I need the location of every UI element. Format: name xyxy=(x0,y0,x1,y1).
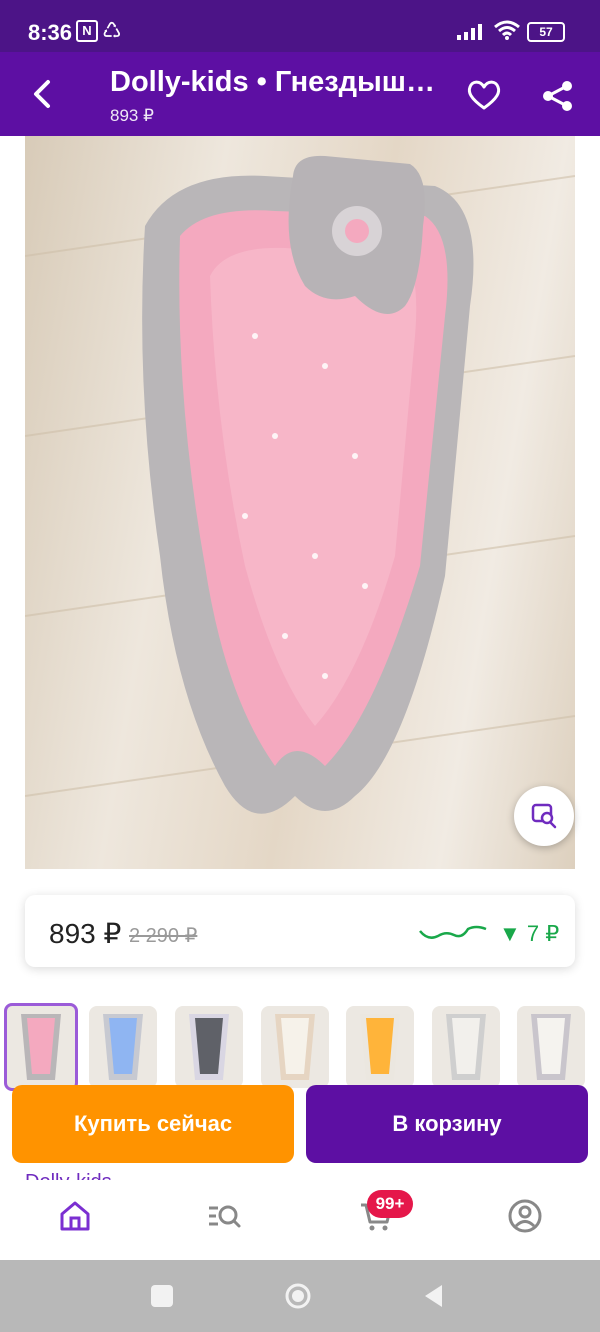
wifi-icon xyxy=(494,20,520,40)
thumbnail-white-stars[interactable] xyxy=(261,1006,329,1088)
visual-search-icon xyxy=(531,803,557,829)
price-card[interactable]: 893 ₽ 2 290 ₽ ▼ 7 ₽ xyxy=(25,895,575,967)
product-image[interactable] xyxy=(25,136,575,869)
back-arrow-icon[interactable] xyxy=(28,76,58,112)
price-drop: ▼ 7 ₽ xyxy=(499,921,560,946)
thumbnail-white-print[interactable] xyxy=(517,1006,585,1088)
thumbnail-orange[interactable] xyxy=(346,1006,414,1088)
status-time: 8:36 xyxy=(28,20,73,45)
sync-icon: ♺ xyxy=(102,18,122,43)
status-bar: 8:36 N ♺ 57 xyxy=(0,0,600,52)
bottom-nav xyxy=(0,1180,600,1260)
header-price: 893 ₽ xyxy=(110,106,154,125)
home-icon[interactable] xyxy=(57,1198,93,1234)
thumbnail-gray-dark[interactable] xyxy=(175,1006,243,1088)
nfc-icon: N xyxy=(76,20,98,42)
baby-nest-illustration xyxy=(25,155,575,814)
back-triangle-icon[interactable] xyxy=(420,1282,448,1310)
visual-search-button[interactable] xyxy=(514,786,574,846)
favorite-heart-icon[interactable] xyxy=(466,78,502,112)
buy-now-button[interactable]: Купить сейчас xyxy=(12,1085,294,1163)
home-circle-icon[interactable] xyxy=(284,1282,312,1310)
profile-icon[interactable] xyxy=(507,1198,543,1234)
app-bar: Dolly-kids • Гнездыш… 893 ₽ xyxy=(0,52,600,136)
thumbnail-pink[interactable] xyxy=(4,1003,78,1091)
system-nav-bar xyxy=(0,1260,600,1332)
add-to-cart-button[interactable]: В корзину xyxy=(306,1085,588,1163)
catalog-search-icon[interactable] xyxy=(206,1198,242,1234)
cart-badge: 99+ xyxy=(367,1190,413,1218)
battery-icon: 57 xyxy=(527,22,565,42)
old-price: 2 290 ₽ xyxy=(129,925,198,947)
thumbnail-white-gray[interactable] xyxy=(432,1006,500,1088)
variant-thumbnails xyxy=(0,1003,600,1093)
current-price: 893 ₽ xyxy=(49,918,122,949)
seller-name-peek[interactable]: Dolly-kids xyxy=(25,1168,112,1180)
share-icon[interactable] xyxy=(540,78,576,114)
thumbnail-blue[interactable] xyxy=(89,1006,157,1088)
signal-icon xyxy=(457,24,482,40)
recents-icon[interactable] xyxy=(148,1282,176,1310)
price-history-sparkline xyxy=(419,925,487,939)
page-title: Dolly-kids • Гнездыш… xyxy=(110,66,435,98)
